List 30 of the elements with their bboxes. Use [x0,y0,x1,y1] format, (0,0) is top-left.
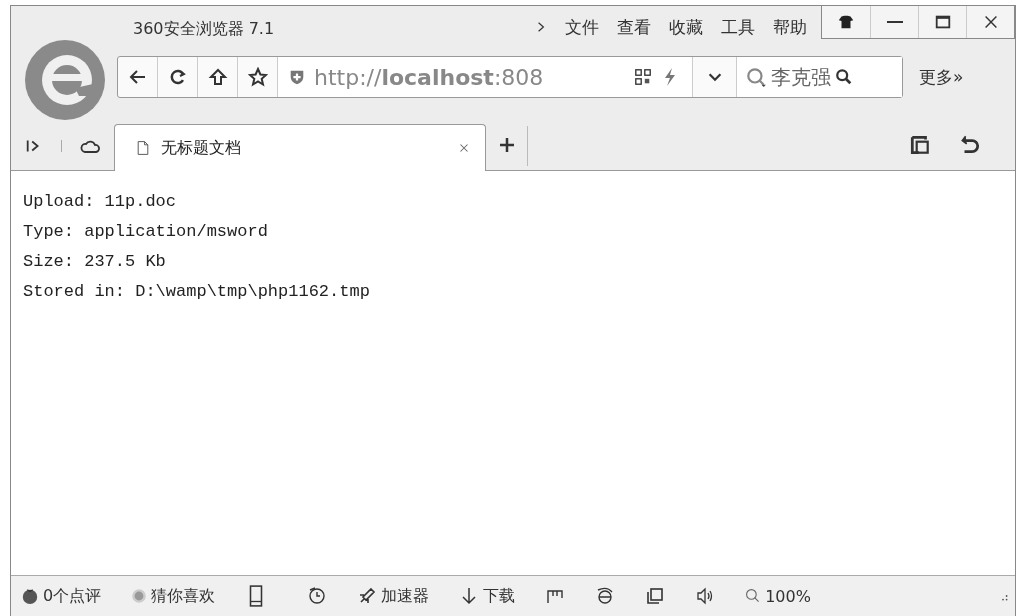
menu-item[interactable]: 文件 [565,15,599,39]
window-title: 360安全浏览器 7.1 [133,18,275,40]
page-text: Stored in: D:\wamp\tmp\php1162.tmp [23,281,371,303]
rocket-icon[interactable] [357,586,378,606]
document-icon [135,140,151,156]
download-label[interactable]: 下载 [483,585,516,607]
recommendations-label[interactable]: 猜你喜欢 [151,585,216,607]
zoom-icon[interactable] [745,588,762,604]
shirt-icon [837,13,855,31]
accelerator-label[interactable]: 加速器 [381,585,430,607]
menu-item[interactable]: 查看 [617,15,651,39]
menu-item[interactable]: 收藏 [669,15,703,39]
tomato-icon[interactable] [21,587,39,605]
page-text: Upload: 11p.doc [23,191,178,213]
undo-icon[interactable] [959,134,981,156]
browser-tab[interactable]: 无标题文档 [114,124,486,171]
chevron-right-icon[interactable] [535,21,547,33]
comments-label[interactable]: 0个点评 [43,585,102,607]
more-button[interactable]: 更多» [919,65,964,89]
menu-item[interactable]: 帮助 [773,15,807,39]
zoom-label[interactable]: 100% [765,586,811,606]
windows-icon[interactable] [909,134,931,156]
dot-icon[interactable] [131,588,148,604]
page-text: Type: application/msword [23,221,269,243]
window-icon[interactable] [645,586,666,606]
clock-icon[interactable] [307,586,328,606]
page-text: Size: 237.5 Kb [23,251,167,273]
minimize-icon [886,21,903,23]
maximize-icon [933,13,952,31]
menu-item[interactable]: 工具 [721,15,755,39]
